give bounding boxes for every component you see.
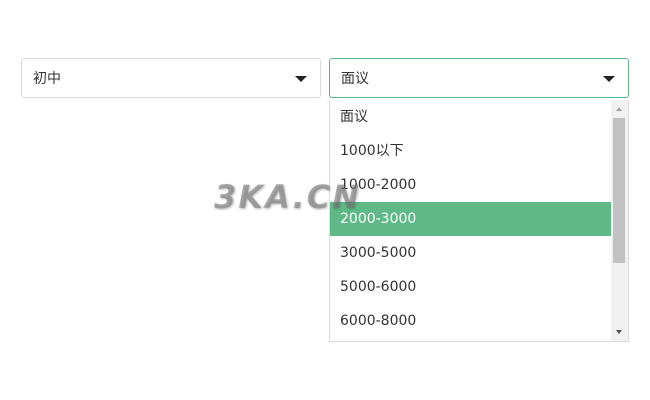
page: 初中 面议 面议 1000以下 1000-2000 2000-3000 3000… (0, 0, 650, 400)
chevron-down-icon (295, 76, 307, 82)
salary-dropdown: 面议 1000以下 1000-2000 2000-3000 3000-5000 … (329, 100, 629, 342)
scrollbar-thumb[interactable] (613, 118, 625, 263)
education-select-value: 初中 (33, 71, 61, 87)
salary-option[interactable]: 6000-8000 (330, 304, 612, 338)
salary-option[interactable]: 1000-2000 (330, 168, 612, 202)
salary-select[interactable]: 面议 (329, 58, 629, 98)
salary-option[interactable]: 1000以下 (330, 134, 612, 168)
arrow-down-icon[interactable] (616, 330, 622, 334)
chevron-down-icon (603, 76, 615, 82)
dropdown-scrollbar[interactable] (611, 100, 628, 341)
salary-options-list: 面议 1000以下 1000-2000 2000-3000 3000-5000 … (330, 100, 612, 338)
salary-option[interactable]: 面议 (330, 100, 612, 134)
salary-option[interactable]: 5000-6000 (330, 270, 612, 304)
education-select[interactable]: 初中 (21, 58, 321, 98)
salary-option[interactable]: 2000-3000 (330, 202, 612, 236)
arrow-up-icon[interactable] (616, 107, 622, 111)
salary-option[interactable]: 3000-5000 (330, 236, 612, 270)
salary-select-value: 面议 (341, 71, 369, 87)
